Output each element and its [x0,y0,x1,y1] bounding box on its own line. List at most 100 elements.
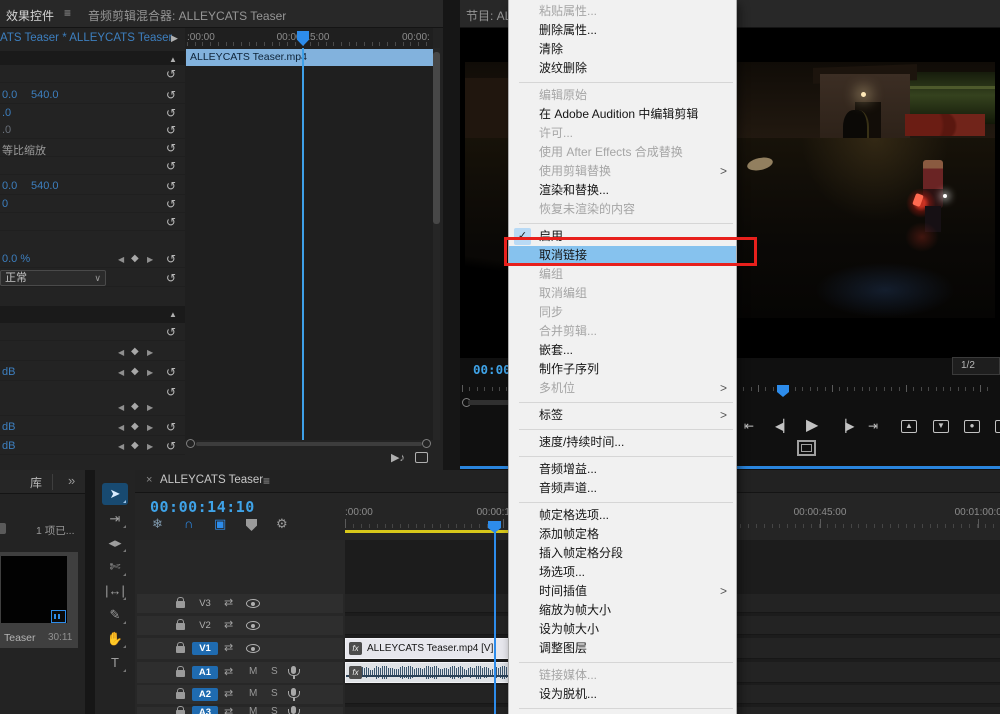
reset-button[interactable]: ↺ [166,66,176,82]
mute-button[interactable]: M [249,666,257,677]
tab-libraries[interactable]: 库 [30,474,42,491]
zoom-level-select[interactable]: 1/2 [952,357,1000,375]
next-keyframe-icon[interactable]: ▶ [147,348,153,357]
track-label-A2[interactable]: A2 [192,688,218,701]
menu-item-group[interactable]: 编组 [509,265,736,284]
menu-item-replace-with-clip[interactable]: 使用剪辑替换> [509,162,736,181]
menu-item-paste-attributes[interactable]: 粘贴属性... [509,2,736,21]
menu-item-ungroup[interactable]: 取消编组 [509,284,736,303]
parameter-value[interactable]: 0 [2,198,8,210]
prev-keyframe-icon[interactable]: ◀ [118,423,124,432]
menu-item-add-frame-hold[interactable]: 添加帧定格 [509,525,736,544]
parameter-value[interactable]: dB [2,421,15,433]
sync-lock-button[interactable]: ⇄ [224,687,233,700]
prev-keyframe-icon[interactable]: ◀ [118,403,124,412]
menu-item-make-subsequence[interactable]: 制作子序列 [509,360,736,379]
parameter-value[interactable]: 0.0 % [2,253,30,265]
menu-item-restore-unrendered[interactable]: 恢复未渲染的内容 [509,200,736,219]
menu-item-edit-in-adobe-audition[interactable]: 在 Adobe Audition 中编辑剪辑 [509,105,736,124]
menu-item-link-media[interactable]: 链接媒体... [509,666,736,685]
menu-item-frame-hold-options[interactable]: 帧定格选项... [509,506,736,525]
timeline-playhead-line[interactable] [494,528,496,714]
hand-tool[interactable]: ✋ [102,628,128,650]
track-lock-button[interactable] [176,623,185,630]
solo-button[interactable]: S [271,666,278,677]
menu-item-audio-gain[interactable]: 音频增益... [509,460,736,479]
menu-item-make-offline[interactable]: 设为脱机... [509,685,736,704]
menu-item-render-and-replace[interactable]: 渲染和替换... [509,181,736,200]
voiceover-record-button[interactable] [291,666,296,674]
tab-sequence[interactable]: ALLEYCATS Teaser [160,474,263,486]
blend-mode-select[interactable]: 正常∨ [0,270,106,286]
menu-item-edit-original[interactable]: 编辑原始 [509,86,736,105]
next-keyframe-icon[interactable]: ▶ [147,403,153,412]
track-lock-button[interactable] [176,646,185,653]
solo-button[interactable]: S [271,688,278,699]
reset-button[interactable]: ↺ [166,105,176,121]
ec-v-scrollbar-thumb[interactable] [433,52,440,224]
menu-item-insert-frame-hold-segment[interactable]: 插入帧定格分段 [509,544,736,563]
add-keyframe-icon[interactable]: ◆ [131,366,139,377]
reset-button[interactable]: ↺ [166,251,176,267]
ec-h-scrollbar-right[interactable] [422,439,431,448]
add-keyframe-icon[interactable]: ◆ [131,253,139,264]
ripple-edit-tool[interactable]: ◂▸ [102,532,128,554]
solo-button[interactable]: S [271,706,278,714]
add-marker-icon[interactable] [246,519,257,531]
timeline-timecode[interactable]: 00:00:14:10 [150,498,255,516]
add-keyframe-icon[interactable]: ◆ [131,401,139,412]
track-label-A1[interactable]: A1 [192,666,218,679]
sync-lock-button[interactable]: ⇄ [224,641,233,654]
panel-divider[interactable] [443,0,460,470]
menu-item-replace-with-after-effects-composition[interactable]: 使用 After Effects 合成替换 [509,143,736,162]
mute-button[interactable]: M [249,688,257,699]
parameter-value[interactable]: 0.0 [2,89,17,101]
track-label-A3[interactable]: A3 [192,706,218,714]
prev-keyframe-icon[interactable]: ◀ [118,442,124,451]
snap-icon[interactable]: ∩ [184,516,193,531]
reset-button[interactable]: ↺ [166,178,176,194]
reset-button[interactable]: ↺ [166,419,176,435]
menu-item-ripple-delete[interactable]: 波纹删除 [509,59,736,78]
reset-button[interactable]: ↺ [166,270,176,286]
step-back-button[interactable]: ◀▏ [775,419,791,433]
toggle-track-output-button[interactable] [246,599,260,608]
ec-timeline-toggle-icon[interactable]: ▶ [171,33,178,44]
pen-tool[interactable]: ✎ [102,604,128,626]
insert-overwrite-icon[interactable]: ❄ [152,516,163,532]
next-keyframe-icon[interactable]: ▶ [147,255,153,264]
ec-ruler[interactable]: :00:00 00:00:15:00 00:00: [185,28,433,48]
track-label-V1[interactable]: V1 [192,642,218,655]
menu-item-label[interactable]: 标签> [509,406,736,425]
parameter-value[interactable]: .0 [2,107,11,119]
voiceover-record-button[interactable] [291,706,296,714]
parameter-value[interactable]: dB [2,366,15,378]
prev-keyframe-icon[interactable]: ◀ [118,348,124,357]
track-label-V3[interactable]: V3 [192,597,218,610]
next-keyframe-icon[interactable]: ▶ [147,368,153,377]
extract-button[interactable]: ▼ [933,420,949,433]
reset-button[interactable]: ↺ [166,140,176,156]
sync-lock-button[interactable]: ⇄ [224,596,233,609]
ec-h-scrollbar[interactable] [196,442,422,446]
prev-keyframe-icon[interactable]: ◀ [118,368,124,377]
add-keyframe-icon[interactable]: ◆ [131,421,139,432]
ec-clip-bar[interactable]: ALLEYCATS Teaser.mp4 [186,49,433,66]
menu-item-adjustment-layer[interactable]: 调整图层 [509,639,736,658]
go-to-in-button[interactable]: ⇤ [744,419,753,433]
close-tab-icon[interactable]: × [146,474,152,486]
menu-item-license[interactable]: 许可... [509,124,736,143]
panel-menu-icon[interactable]: ≡ [263,474,270,488]
track-lock-button[interactable] [176,670,185,677]
menu-item-remove-attributes[interactable]: 删除属性... [509,21,736,40]
reset-button[interactable]: ↺ [166,122,176,138]
slip-tool[interactable]: |↔| [102,580,128,602]
menu-item-time-interpolation[interactable]: 时间插值> [509,582,736,601]
panel-overflow-button[interactable]: » [68,473,75,488]
tab-effect-controls[interactable]: 效果控件 [6,7,54,24]
add-keyframe-icon[interactable]: ◆ [131,440,139,451]
linked-selection-icon[interactable]: ▣ [214,516,226,532]
play-button[interactable]: ▶ [806,415,817,435]
media-item-name[interactable]: Teaser [4,632,36,644]
reset-button[interactable]: ↺ [166,324,176,340]
